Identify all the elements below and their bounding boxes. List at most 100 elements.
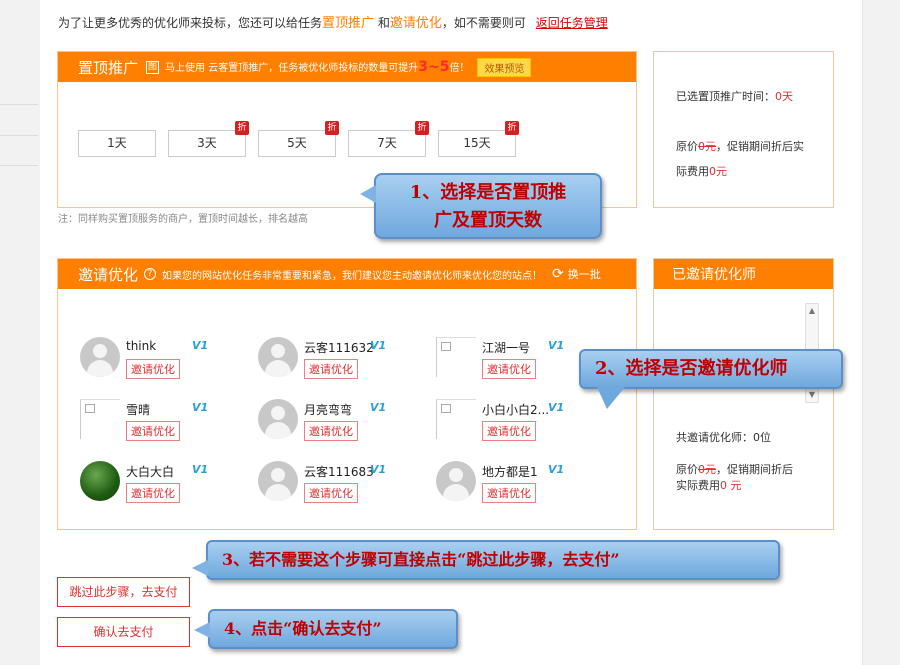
optimizer-name: 云客111632 (304, 341, 374, 355)
intro-text: 为了让更多优秀的优化师来投标，您还可以给任务置顶推广 和邀请优化，如不需要则可 … (58, 12, 608, 31)
day-option-15[interactable]: 15天折 (438, 121, 519, 157)
callout-pointer (597, 387, 625, 409)
price-label: 原价 (676, 140, 698, 153)
optimizer-name: 大白大白 (126, 465, 175, 479)
skip-and-pay-button[interactable]: 跳过此步骤，去支付 (57, 577, 190, 607)
actual-price-value: 0 元 (720, 479, 742, 492)
invite-actual-price-line: 实际费用0 元 (676, 477, 742, 493)
optimizer-card: 云客111683 V1 邀请优化 (258, 461, 398, 503)
invite-button[interactable]: 邀请优化 (482, 359, 536, 379)
invite-header: 邀请优化 ? 如果您的网站优化任务非常重要和紧急，我们建议您主动邀请优化师来优化… (58, 259, 636, 289)
day-option-5[interactable]: 5天 折 (258, 121, 339, 157)
avatar (436, 337, 476, 377)
optimizer-name: 月亮弯弯 (304, 403, 353, 417)
confirm-pay-button[interactable]: 确认去支付 (57, 617, 190, 647)
level-badge-icon: V1 (370, 463, 387, 476)
back-to-task-link[interactable]: 返回任务管理 (536, 16, 608, 30)
optimizer-card: 江湖一号 V1 邀请优化 (436, 337, 576, 379)
intro-text-part: 和 (377, 16, 390, 30)
help-icon[interactable]: ? (144, 268, 157, 280)
top-promotion-desc: 马上使用 云客置顶推广，任务被优化师投标的数量可提升3~5倍！ (165, 59, 469, 75)
top-desc-number: 3~5 (418, 59, 450, 75)
invite-button[interactable]: 邀请优化 (126, 483, 180, 503)
scroll-up-icon[interactable]: ▲ (806, 304, 818, 318)
invite-button[interactable]: 邀请优化 (126, 359, 180, 379)
discount-icon: 折 (415, 121, 429, 135)
discount-icon: 折 (505, 121, 519, 135)
avatar (436, 461, 476, 501)
optimizer-name: think (126, 339, 157, 353)
callout-step-1-line: 广及置顶天数 (434, 210, 542, 231)
callout-pointer (360, 185, 376, 203)
callout-step-3: 3、若不需要这个步骤可直接点击“跳过此步骤，去支付” (192, 540, 780, 580)
divider (0, 165, 38, 166)
avatar (258, 399, 298, 439)
intro-text-part: ，如不需要则可 (441, 16, 526, 30)
callout-pointer (194, 622, 210, 638)
invite-button[interactable]: 邀请优化 (304, 483, 358, 503)
top-desc-text: 马上使用 云客置顶推广，任务被优化师投标的数量可提升 (165, 63, 419, 74)
avatar (80, 399, 120, 439)
actual-price-label: 实际费用 (676, 479, 720, 492)
level-badge-icon: V1 (548, 339, 565, 352)
invite-button[interactable]: 邀请优化 (482, 421, 536, 441)
scroll-down-icon[interactable]: ▼ (806, 388, 818, 402)
invite-button[interactable]: 邀请优化 (482, 483, 536, 503)
invite-title: 邀请优化 (78, 265, 139, 284)
selected-days-value: 0天 (775, 90, 793, 103)
right-margin (862, 0, 900, 665)
preview-button[interactable]: 效果预览 (477, 57, 532, 77)
invite-button[interactable]: 邀请优化 (304, 421, 358, 441)
invite-button[interactable]: 邀请优化 (126, 421, 180, 441)
day-label: 15天 (463, 136, 491, 150)
invite-button[interactable]: 邀请优化 (304, 359, 358, 379)
selected-days-line: 已选置顶推广时间：0天 (676, 88, 793, 104)
broken-image-icon (441, 342, 451, 351)
day-label: 7天 (377, 136, 397, 150)
callout-step-2-text: 2、选择是否邀请优化师 (595, 358, 788, 379)
day-option-1[interactable]: 1天 (78, 130, 156, 157)
level-badge-icon: V1 (370, 339, 387, 352)
callout-step-1-line: 1、选择是否置顶推 (409, 182, 567, 203)
discount-icon: 折 (325, 121, 339, 135)
callout-step-4-text: 4、点击“确认去支付” (224, 619, 382, 638)
level-badge-icon: V1 (192, 401, 209, 414)
actual-price-line: 际费用0元 (676, 163, 727, 179)
optimizer-name: 地方都是1 (482, 465, 538, 479)
avatar (80, 337, 120, 377)
refresh-label: 换一批 (567, 268, 601, 281)
top-promotion-title: 置顶推广 (78, 58, 139, 77)
optimizer-card: think V1 邀请优化 (80, 337, 220, 379)
price-text: ，促销期间折后 (716, 463, 793, 476)
optimizer-card: 地方都是1 V1 邀请优化 (436, 461, 576, 503)
day-options: 1天 3天折 5天折 7天折 15天折 (78, 121, 528, 157)
original-price: 0元 (698, 463, 716, 476)
optimizer-card: 大白大白 V1 邀请优化 (80, 461, 220, 503)
intro-highlight-invite: 邀请优化 (389, 16, 442, 31)
level-badge-icon: V1 (370, 401, 387, 414)
level-badge-icon: V1 (548, 401, 565, 414)
price-line: 原价0元，促销期间折后实 (676, 138, 804, 154)
broken-image-icon (441, 404, 451, 413)
invite-summary-panel: 已邀请优化师 ▲ ▼ 共邀请优化师：0位 原价0元，促销期间折后 实际费用0 元 (653, 258, 834, 530)
invite-summary-title: 已邀请优化师 (672, 267, 756, 283)
day-label: 3天 (197, 136, 217, 150)
optimizer-name: 雪晴 (126, 403, 151, 417)
divider (0, 104, 38, 105)
invite-price-line: 原价0元，促销期间折后 (676, 461, 793, 477)
day-option-7[interactable]: 7天 折 (348, 121, 429, 157)
original-price: 0元 (698, 140, 716, 153)
level-badge-icon: V1 (192, 463, 209, 476)
callout-step-3-text: 3、若不需要这个步骤可直接点击“跳过此步骤，去支付” (222, 550, 620, 569)
refresh-button[interactable]: ⟳ 换一批 (552, 266, 601, 282)
avatar (80, 461, 120, 501)
invite-summary-header: 已邀请优化师 (654, 259, 833, 289)
optimizer-card: 月亮弯弯 V1 邀请优化 (258, 399, 398, 441)
day-label: 5天 (287, 136, 307, 150)
selected-days-label: 已选置顶推广时间： (676, 90, 775, 103)
price-label: 原价 (676, 463, 698, 476)
day-option-3[interactable]: 3天 折 (168, 121, 249, 157)
callout-step-4: 4、点击“确认去支付” (194, 609, 458, 649)
optimizer-name: 江湖一号 (482, 341, 531, 355)
optimizer-card: 云客111632 V1 邀请优化 (258, 337, 398, 379)
